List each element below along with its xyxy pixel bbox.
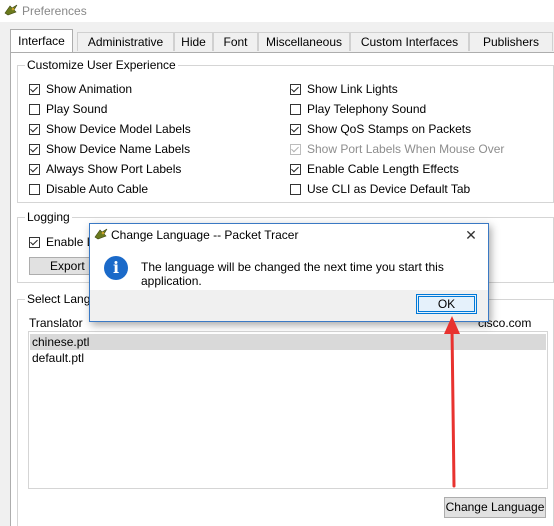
dialog-message: The language will be changed the next ti… [141,260,444,288]
tab-miscellaneous[interactable]: Miscellaneous [258,32,350,51]
packet-tracer-icon [94,228,108,240]
checkbox-box[interactable] [29,103,40,115]
info-icon: i [104,256,128,280]
dialog-title-bar: Change Language -- Packet Tracer ✕ [90,224,488,246]
left-checkbox-1[interactable]: Play Sound [29,101,107,117]
checkbox-label: Show Animation [46,82,133,96]
checkbox-label: Show Device Model Labels [46,122,191,136]
checkbox-label: Show Device Name Labels [46,142,191,156]
right-checkbox-0[interactable]: Show Link Lights [290,81,398,97]
enable-logging-checkbox[interactable]: Enable L [29,234,93,250]
checkbox-box[interactable] [290,103,301,115]
checkbox-label: Enable Cable Length Effects [307,162,459,176]
checkbox-box[interactable] [290,163,301,175]
left-checkbox-3[interactable]: Show Device Name Labels [29,141,190,157]
checkbox-box[interactable] [290,183,301,195]
checkbox-box[interactable] [29,236,40,248]
checkbox-box [290,143,301,155]
checkbox-box[interactable] [29,123,40,135]
left-checkbox-0[interactable]: Show Animation [29,81,132,97]
list-item[interactable]: chinese.ptl [30,334,546,350]
left-checkbox-5[interactable]: Disable Auto Cable [29,181,148,197]
checkbox-label: Disable Auto Cable [46,182,149,196]
tab-publishers[interactable]: Publishers [469,32,553,51]
left-checkbox-4[interactable]: Always Show Port Labels [29,161,181,177]
checkbox-box[interactable] [29,83,40,95]
checkbox-label: Show Port Labels When Mouse Over [307,142,505,156]
tab-custom-interfaces[interactable]: Custom Interfaces [350,32,469,51]
right-checkbox-4[interactable]: Enable Cable Length Effects [290,161,459,177]
enable-logging-label: Enable L [46,235,94,249]
right-checkbox-3: Show Port Labels When Mouse Over [290,141,504,157]
ok-button-label: OK [437,297,456,311]
tab-font[interactable]: Font [213,32,258,51]
checkbox-box[interactable] [290,123,301,135]
checkbox-label: Show QoS Stamps on Packets [307,122,472,136]
tab-bar: Interface Administrative Hide Font Misce… [10,29,554,52]
dialog-body: i The language will be changed the next … [90,246,488,290]
checkbox-box[interactable] [29,183,40,195]
right-checkbox-5[interactable]: Use CLI as Device Default Tab [290,181,470,197]
checkbox-label: Show Link Lights [307,82,398,96]
language-file-list[interactable]: chinese.ptl default.ptl [28,331,548,489]
ok-button[interactable]: OK [416,294,477,314]
tab-hide[interactable]: Hide [174,32,213,51]
checkbox-box[interactable] [29,163,40,175]
packet-tracer-icon [4,4,18,16]
language-group-title: Select Langu [25,292,100,306]
right-checkbox-1[interactable]: Play Telephony Sound [290,101,426,117]
tab-administrative[interactable]: Administrative [77,32,174,51]
window-title-bar: Preferences [0,0,554,22]
checkbox-label: Use CLI as Device Default Tab [307,182,471,196]
checkbox-label: Always Show Port Labels [46,162,182,176]
checkbox-box[interactable] [290,83,301,95]
checkbox-box[interactable] [29,143,40,155]
checkbox-label: Play Telephony Sound [307,102,427,116]
checkbox-label: Play Sound [46,102,108,116]
tab-interface[interactable]: Interface [10,29,73,52]
window-title: Preferences [22,4,87,18]
change-language-dialog: Change Language -- Packet Tracer ✕ i The… [89,223,489,322]
dialog-title: Change Language -- Packet Tracer [111,228,299,242]
change-language-button[interactable]: Change Language [444,497,546,518]
column-header-translator: Translator [29,316,83,330]
logging-group-title: Logging [25,210,72,224]
customize-group-title: Customize User Experience [25,58,178,72]
close-icon[interactable]: ✕ [462,226,480,244]
left-checkbox-2[interactable]: Show Device Model Labels [29,121,191,137]
list-item[interactable]: default.ptl [30,350,546,366]
right-checkbox-2[interactable]: Show QoS Stamps on Packets [290,121,471,137]
